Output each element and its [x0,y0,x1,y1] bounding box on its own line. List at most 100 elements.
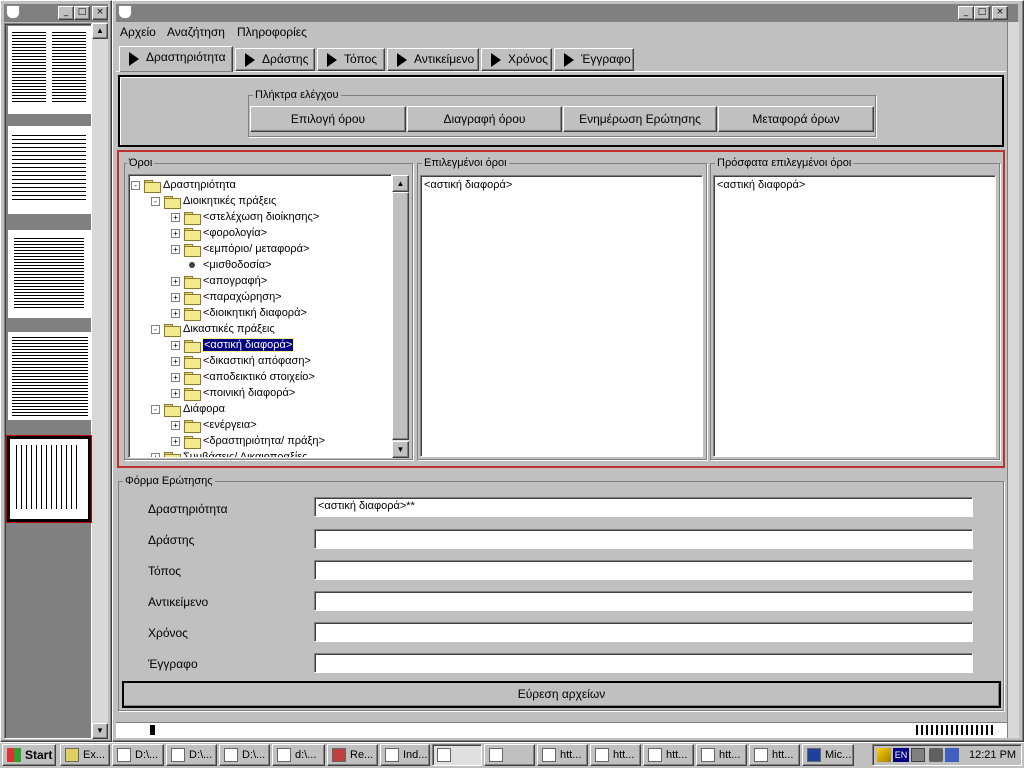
taskbar-button[interactable] [432,744,482,766]
field-object[interactable] [314,591,973,611]
tree-node[interactable]: + <ενέργεια> [171,417,257,434]
taskbar-button[interactable]: d:\... [272,744,325,766]
tree-node[interactable]: + <παραχώρηση> [171,289,282,306]
tree-node[interactable]: + <δικαστική απόφαση> [171,353,311,370]
tree-node[interactable]: + <εμπόριο/ μεταφορά> [171,241,309,258]
taskbar-button[interactable]: D:\... [112,744,164,766]
expand-icon[interactable]: + [171,292,180,302]
menu-info[interactable]: Πληροφορίες [237,25,307,39]
folder-icon [184,387,201,402]
field-time[interactable] [314,622,973,642]
taskbar-button[interactable]: Mic... [802,744,854,766]
maximize-button[interactable]: □ [974,6,990,20]
page-thumbnail-3[interactable] [8,230,92,318]
field-document[interactable] [314,653,973,673]
page-thumbnail-5-selected[interactable] [6,435,92,523]
collapse-icon[interactable]: - [151,324,160,334]
expand-icon[interactable]: + [171,356,180,366]
main-scrollbar[interactable] [1007,22,1019,738]
tree-node[interactable]: + <διοικητική διαφορά> [171,305,307,322]
taskbar-button[interactable]: D:\... [166,744,217,766]
selected-terms-list[interactable]: <αστική διαφορά> [420,175,703,457]
expand-icon[interactable]: + [171,372,180,382]
transfer-terms-button[interactable]: Μεταφορά όρων [718,106,874,132]
collapse-icon[interactable]: - [151,196,160,206]
tab-label: Έγγραφο [581,52,631,66]
page-thumbnail-4[interactable] [8,332,92,420]
tree-node[interactable]: + <δραστηριότητα/ πράξη> [171,433,325,450]
expand-icon[interactable]: + [171,388,180,398]
tab-actor[interactable]: Δράστης [235,48,315,71]
close-button[interactable]: × [992,6,1008,20]
expand-icon[interactable]: + [171,228,180,238]
expand-icon[interactable]: + [171,308,180,318]
recent-terms-list[interactable]: <αστική διαφορά> [713,175,996,457]
terms-tree[interactable]: - Δραστηριότητα - Διοικητικές πράξεις + <στελ… [128,174,392,458]
delete-term-button[interactable]: Διαγραφή όρου [407,106,562,132]
taskbar-button[interactable]: htt... [696,744,747,766]
field-activity[interactable]: <αστική διαφορά>** [314,497,973,517]
taskbar-button[interactable]: htt... [590,744,641,766]
page-thumbnail-1[interactable] [8,26,92,114]
taskbar-button[interactable]: htt... [537,744,588,766]
menu-search[interactable]: Αναζήτηση [167,25,225,39]
expand-icon[interactable]: + [171,436,180,446]
scroll-thumb[interactable] [392,192,409,440]
tree-node[interactable]: - Δικαστικές πράξεις [151,321,275,338]
taskbar-button[interactable]: D:\... [219,744,270,766]
folder-icon [184,371,201,386]
thumbnail-scrollbar[interactable]: ▲ ▼ [92,23,108,739]
find-files-button[interactable]: Εύρεση αρχείων [122,681,1001,708]
expand-icon[interactable]: + [171,276,180,286]
tab-activity[interactable]: Δραστηριότητα [119,46,233,72]
tab-object[interactable]: Αντικείμενο [387,48,479,71]
taskbar-button[interactable]: Ind... [380,744,430,766]
language-indicator[interactable]: EN [893,748,909,762]
taskbar-button[interactable]: Ex... [60,744,110,766]
tree-scrollbar[interactable]: ▲ ▼ [392,175,409,458]
tab-place[interactable]: Τόπος [317,48,385,71]
tree-node[interactable]: - Διοικητικές πράξεις [151,193,276,210]
collapse-icon[interactable]: - [131,180,140,190]
taskbar-button[interactable]: Re... [327,744,378,766]
start-button[interactable]: Start [2,744,56,766]
tab-time[interactable]: Χρόνος [481,48,552,71]
expand-icon[interactable]: + [171,420,180,430]
menu-file[interactable]: Αρχείο [120,25,156,39]
close-button[interactable]: × [92,6,108,20]
maximize-button[interactable]: □ [74,6,90,20]
minimize-button[interactable]: _ [58,6,74,20]
tree-node[interactable]: - Διάφορα [151,401,225,418]
volume-icon[interactable] [929,748,943,762]
tree-node[interactable]: + <στελέχωση διοίκησης> [171,209,319,226]
expand-icon[interactable]: + [151,452,160,457]
field-actor[interactable] [314,529,973,549]
tab-document[interactable]: Έγγραφο [554,48,634,71]
tree-node[interactable]: + Συμβάσεις/ Δικαιοπραξίες [151,449,308,457]
selected-term-item[interactable]: <αστική διαφορά> [424,179,512,191]
taskbar-button[interactable]: htt... [643,744,694,766]
tree-node[interactable]: + <αποδεικτικό στοιχείο> [171,369,315,386]
expand-icon[interactable]: + [171,212,180,222]
horizontal-scrollbar[interactable] [116,722,1007,738]
tree-node[interactable]: + <ποινική διαφορά> [171,385,295,402]
clock[interactable]: 12:21 PM [969,749,1016,761]
page-thumbnail-2[interactable] [8,126,92,214]
tree-node[interactable]: + <αστική διαφορά> [171,337,295,354]
taskbar-button[interactable]: htt... [749,744,800,766]
scroll-up-button[interactable]: ▲ [392,175,409,192]
expand-icon[interactable]: + [171,340,180,350]
select-term-button[interactable]: Επιλογή όρου [250,106,406,132]
tree-node[interactable]: - Δραστηριότητα [131,177,236,194]
update-query-button[interactable]: Ενημέρωση Ερώτησης [563,106,717,132]
expand-icon[interactable]: + [171,244,180,254]
tree-node[interactable]: <μισθοδοσία> [171,257,272,273]
minimize-button[interactable]: _ [958,6,974,20]
scroll-down-button[interactable]: ▼ [392,441,409,458]
tree-node[interactable]: + <απογραφή> [171,273,267,290]
collapse-icon[interactable]: - [151,404,160,414]
recent-term-item[interactable]: <αστική διαφορά> [717,179,805,191]
field-place[interactable] [314,560,973,580]
taskbar-button[interactable] [484,744,535,766]
tree-node[interactable]: + <φορολογία> [171,225,267,242]
